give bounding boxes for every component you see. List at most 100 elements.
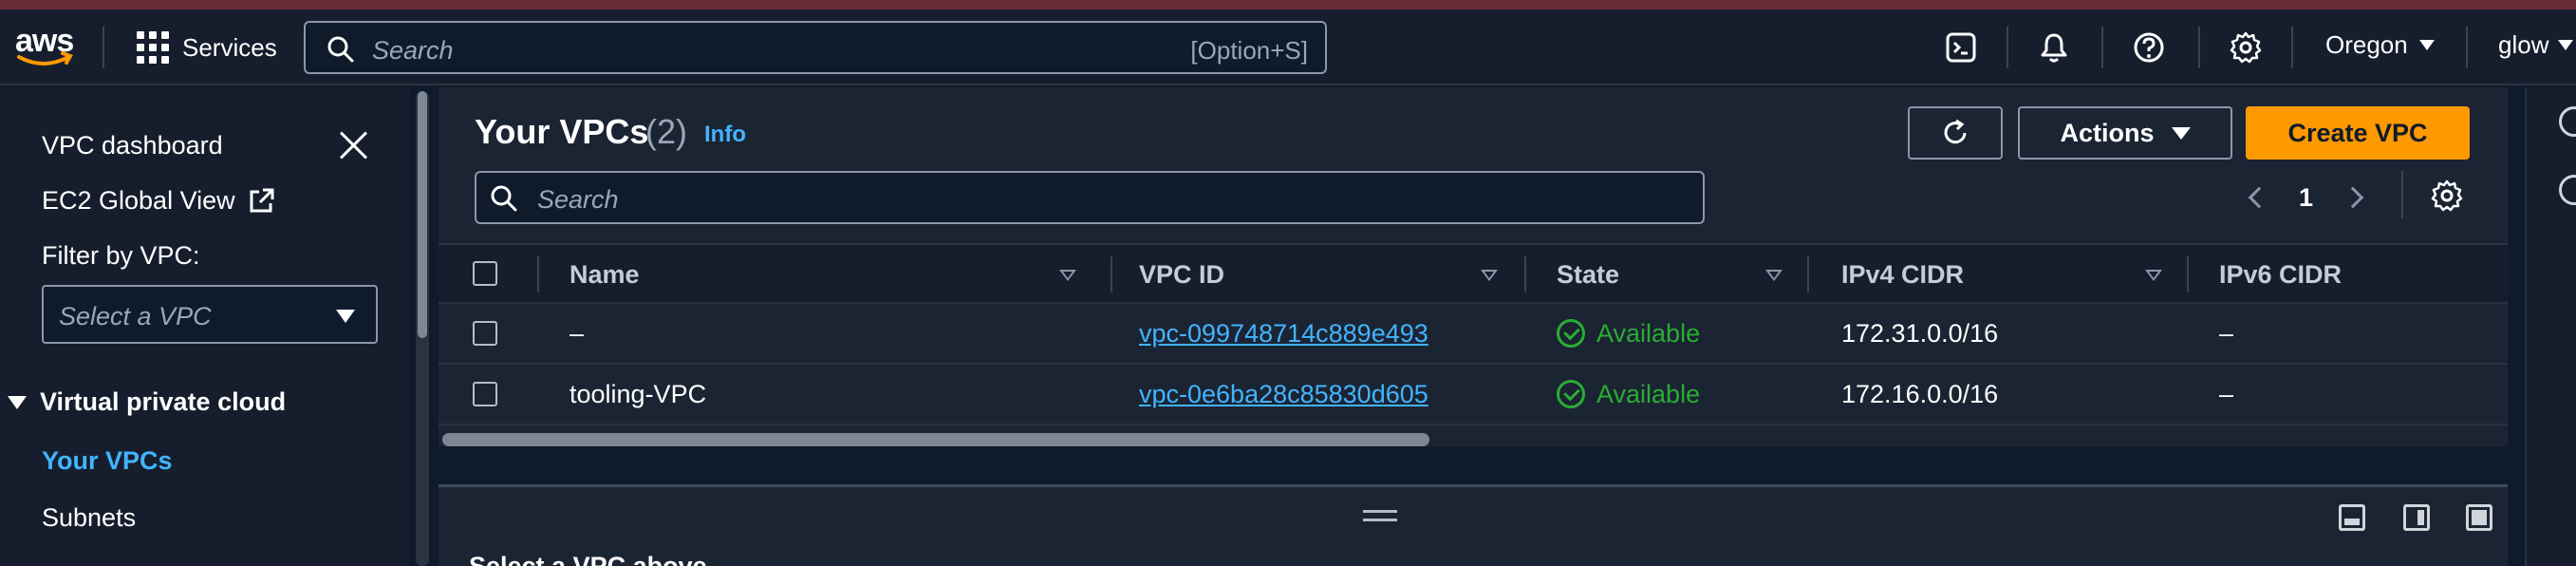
- vpc-filter-select[interactable]: Select a VPC: [42, 285, 378, 344]
- refresh-button[interactable]: [1908, 106, 2003, 160]
- create-vpc-button[interactable]: Create VPC: [2246, 106, 2470, 160]
- search-placeholder: Search: [537, 185, 619, 214]
- settings-panel-icon[interactable]: [2559, 175, 2576, 205]
- chevron-down-icon: [2418, 40, 2435, 50]
- info-link[interactable]: Info: [704, 122, 746, 148]
- page-number[interactable]: 1: [2299, 183, 2313, 213]
- cell-ipv4-cidr: 172.16.0.0/16: [1841, 379, 1999, 408]
- status-ok-icon: [1557, 380, 1585, 408]
- column-header-name[interactable]: Name: [569, 245, 640, 304]
- aws-smile-icon: [17, 51, 73, 66]
- row-checkbox[interactable]: [473, 382, 497, 406]
- drag-handle-icon[interactable]: [1363, 510, 1397, 521]
- column-header-state[interactable]: State: [1557, 245, 1619, 304]
- table-row[interactable]: tooling-VPC vpc-0e6ba28c85830d605 Availa…: [439, 365, 2508, 425]
- nav-divider: [103, 27, 104, 68]
- filter-label: Filter by VPC:: [42, 241, 200, 270]
- cloudshell-icon[interactable]: [1942, 28, 1980, 66]
- top-navigation: aws Services Search [Option+S] Oregon gl…: [0, 9, 2576, 85]
- chevron-right-icon[interactable]: [2342, 186, 2364, 209]
- grid-icon: [137, 31, 169, 64]
- pager-divider: [2401, 171, 2403, 218]
- sort-icon[interactable]: [1481, 270, 1498, 281]
- scrollbar-thumb[interactable]: [442, 433, 1429, 446]
- cell-ipv4-cidr: 172.31.0.0/16: [1841, 318, 1999, 348]
- nav-divider: [2007, 27, 2008, 68]
- cell-state: Available: [1557, 304, 1700, 363]
- create-vpc-label: Create VPC: [2287, 118, 2428, 147]
- aws-logo[interactable]: aws: [15, 23, 76, 70]
- cell-state: Available: [1557, 365, 1700, 424]
- cell-name: –: [569, 318, 585, 348]
- state-label: Available: [1596, 318, 1701, 348]
- global-search-input[interactable]: Search [Option+S]: [304, 21, 1327, 74]
- section-label: Virtual private cloud: [40, 387, 287, 416]
- nav-divider: [2198, 27, 2200, 68]
- select-all-checkbox[interactable]: [473, 261, 497, 286]
- table-settings-icon[interactable]: [2430, 179, 2464, 213]
- actions-label: Actions: [2060, 118, 2155, 147]
- column-divider: [2187, 256, 2189, 292]
- sidebar-item-vpc-dashboard[interactable]: VPC dashboard: [42, 131, 223, 160]
- user-menu[interactable]: glow: [2498, 30, 2574, 60]
- search-icon: [327, 36, 354, 63]
- services-label: Services: [182, 32, 277, 62]
- external-link-icon: [250, 188, 274, 212]
- close-icon[interactable]: [338, 129, 368, 160]
- caret-down-icon: [8, 395, 27, 409]
- search-icon: [491, 185, 517, 212]
- user-label: glow: [2498, 30, 2549, 59]
- actions-button[interactable]: Actions: [2018, 106, 2232, 160]
- column-divider: [1807, 256, 1809, 292]
- search-placeholder: Search: [372, 36, 454, 65]
- services-menu[interactable]: Services: [137, 30, 277, 65]
- sidebar-section-virtual-private-cloud[interactable]: Virtual private cloud: [8, 387, 286, 417]
- column-header-vpc-id[interactable]: VPC ID: [1139, 245, 1224, 304]
- column-divider: [537, 256, 539, 292]
- sidebar-item-ec2-global-view[interactable]: EC2 Global View: [42, 186, 275, 216]
- caret-down-icon: [2171, 126, 2191, 140]
- region-label: Oregon: [2325, 30, 2408, 59]
- column-header-ipv6-cidr[interactable]: IPv6 CIDR: [2219, 245, 2342, 304]
- sidebar-scrollbar[interactable]: [416, 91, 429, 566]
- state-label: Available: [1596, 379, 1701, 408]
- region-selector[interactable]: Oregon: [2325, 30, 2435, 60]
- sort-icon[interactable]: [2145, 270, 2162, 281]
- vpc-table-panel: Your VPCs (2) Info Actions Create VPC Se…: [439, 87, 2508, 446]
- sidebar-item-subnets[interactable]: Subnets: [42, 503, 136, 533]
- sidebar-item-label: EC2 Global View: [42, 186, 235, 215]
- top-strip: [0, 0, 2576, 9]
- cell-ipv6-cidr: –: [2219, 318, 2234, 348]
- chevron-left-icon[interactable]: [2248, 186, 2270, 209]
- cell-vpc-id-link[interactable]: vpc-0e6ba28c85830d605: [1139, 365, 1428, 424]
- gear-icon[interactable]: [2227, 28, 2265, 66]
- info-panel-icon[interactable]: [2559, 106, 2576, 137]
- split-bottom-icon[interactable]: [2339, 504, 2365, 531]
- status-ok-icon: [1557, 319, 1585, 348]
- split-side-icon[interactable]: [2403, 504, 2430, 531]
- sidebar-item-your-vpcs[interactable]: Your VPCs: [42, 446, 173, 476]
- help-icon[interactable]: [2130, 28, 2168, 66]
- sort-icon[interactable]: [1765, 270, 1783, 281]
- sort-icon[interactable]: [1059, 270, 1076, 281]
- nav-divider: [2466, 27, 2468, 68]
- table-header: Name VPC ID State IPv4 CIDR IPv6 CIDR: [439, 243, 2508, 304]
- refresh-icon: [1944, 119, 1967, 144]
- nav-divider: [2101, 27, 2103, 68]
- table-horizontal-scrollbar[interactable]: [439, 431, 2508, 446]
- scrollbar-thumb[interactable]: [418, 91, 427, 338]
- column-divider: [1111, 256, 1112, 292]
- right-rail: [2525, 87, 2576, 566]
- column-header-ipv4-cidr[interactable]: IPv4 CIDR: [1841, 245, 1964, 304]
- cell-vpc-id-link[interactable]: vpc-099748714c889e493: [1139, 304, 1428, 363]
- chevron-down-icon: [2558, 40, 2574, 50]
- pagination: 1: [2248, 179, 2364, 217]
- bell-icon[interactable]: [2035, 28, 2073, 66]
- split-full-icon[interactable]: [2466, 504, 2492, 531]
- table-row[interactable]: – vpc-099748714c889e493 Available 172.31…: [439, 304, 2508, 365]
- search-shortcut: [Option+S]: [1190, 36, 1308, 65]
- vpc-search-input[interactable]: Search: [475, 171, 1705, 224]
- page-title: Your VPCs: [475, 112, 649, 151]
- nav-divider: [2291, 27, 2293, 68]
- row-checkbox[interactable]: [473, 321, 497, 346]
